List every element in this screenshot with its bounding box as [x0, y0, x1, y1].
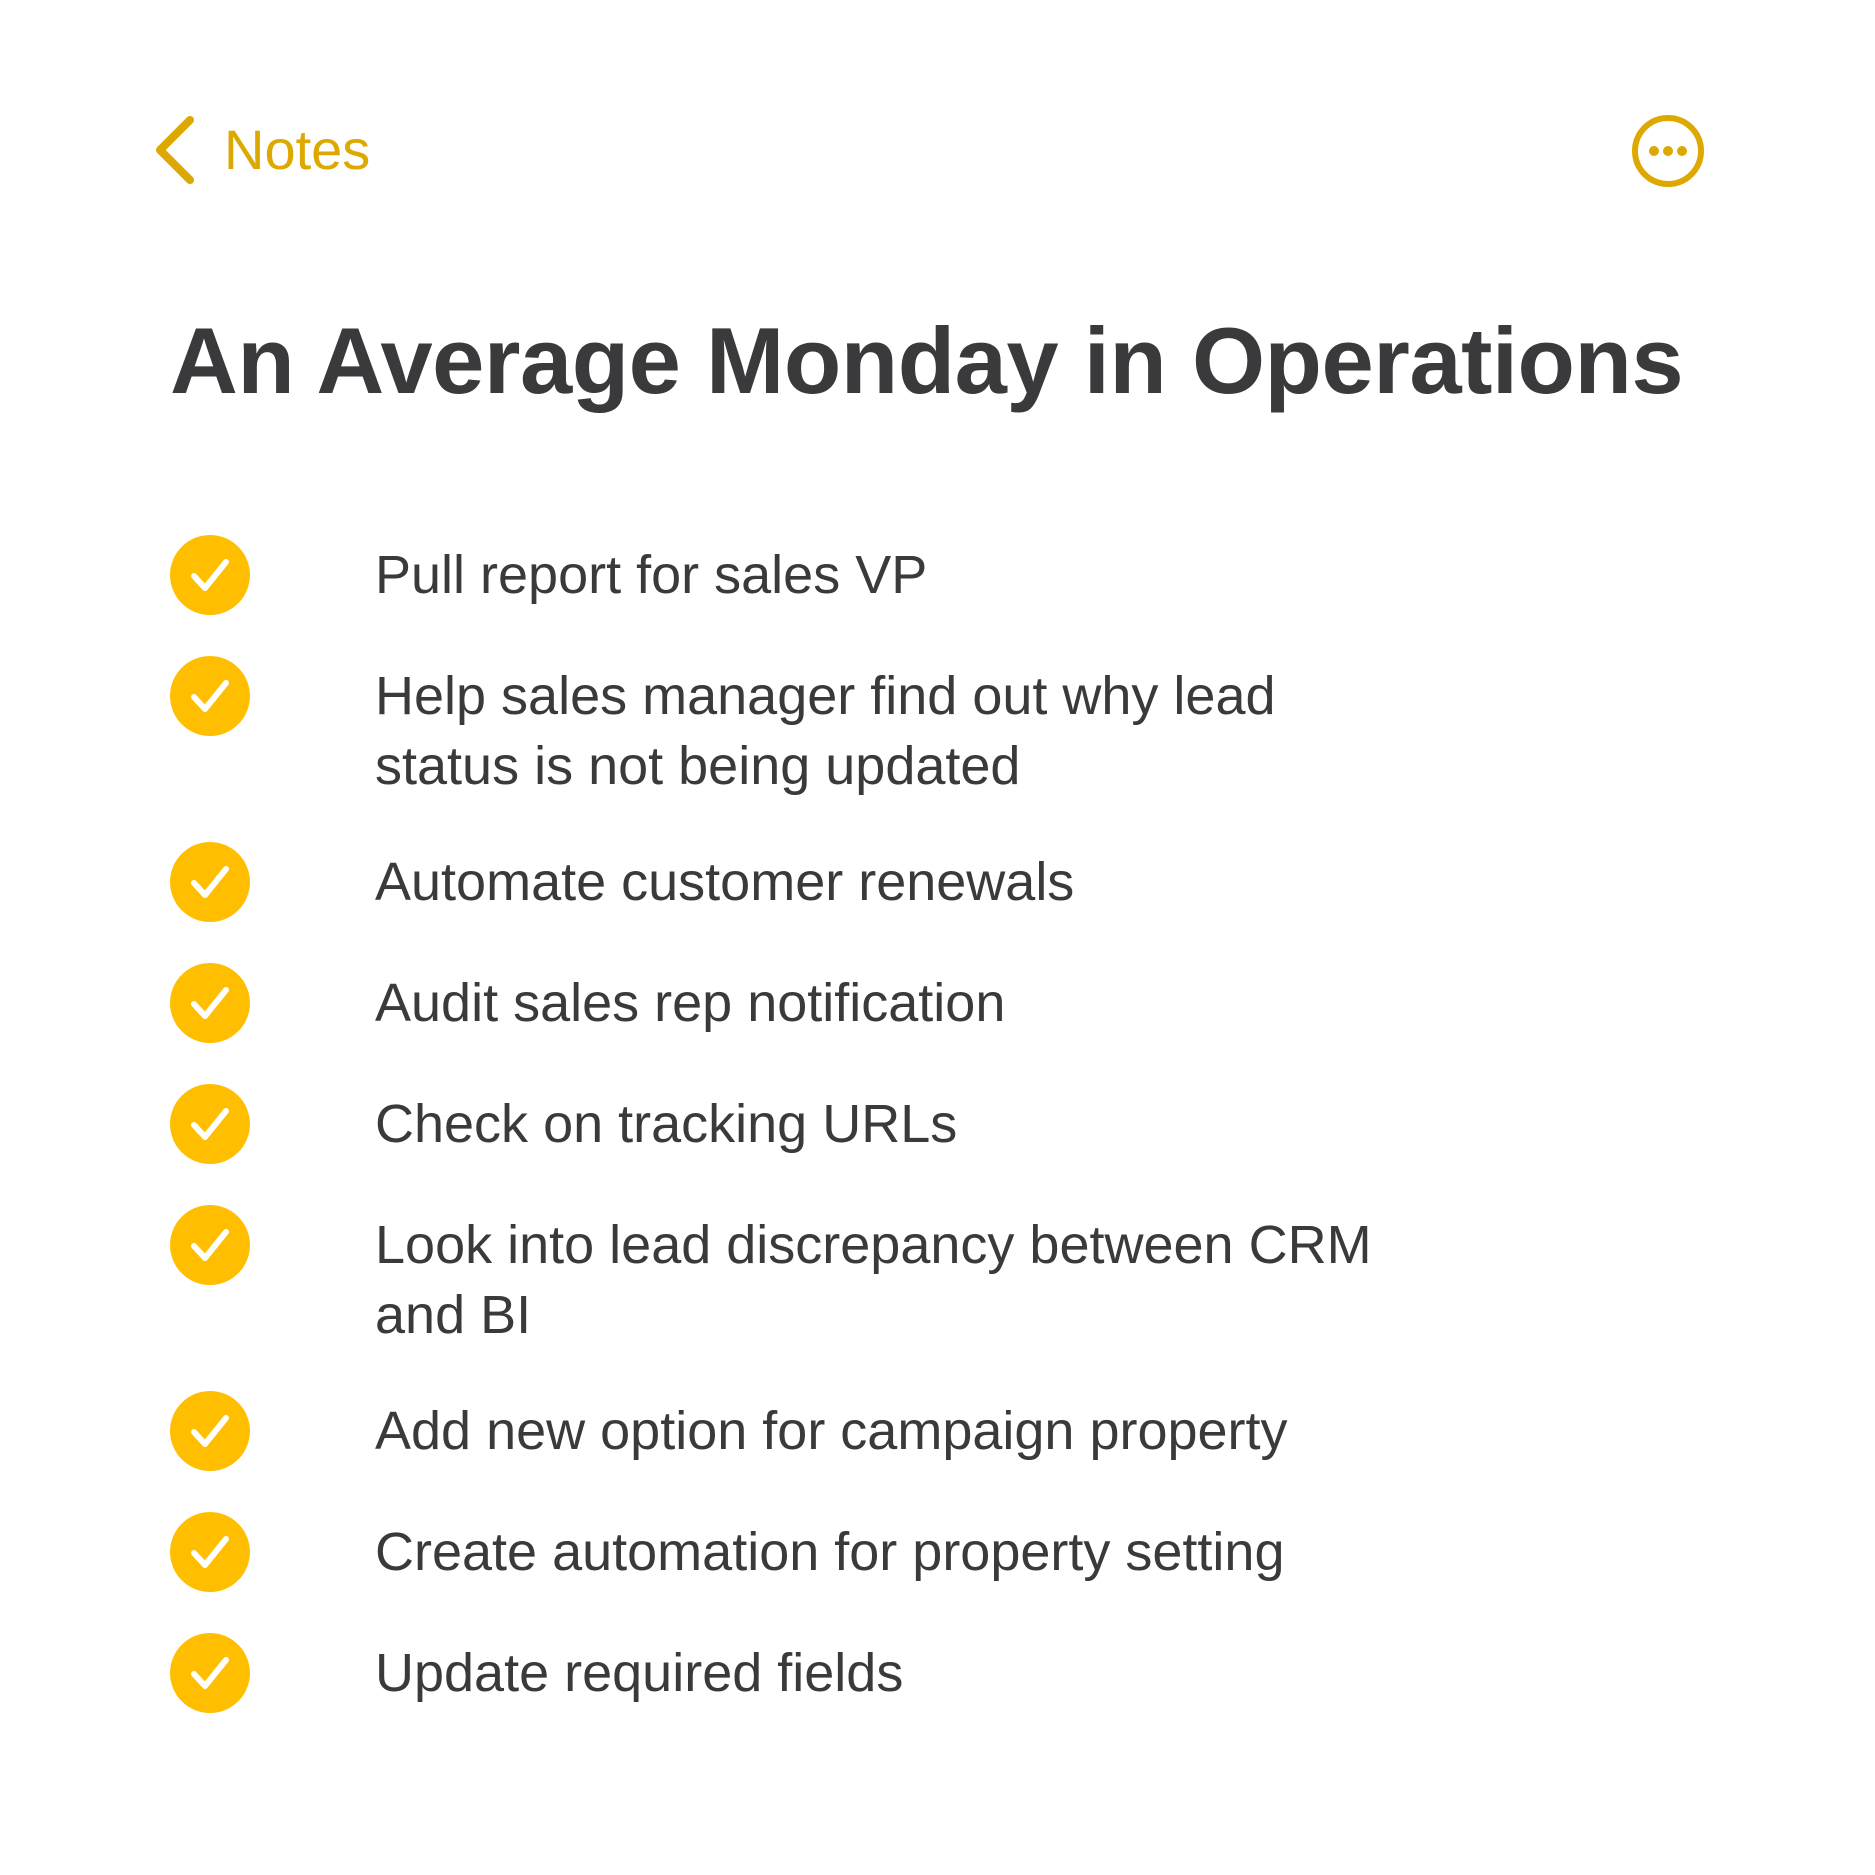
- checkmark-circle-icon[interactable]: [170, 1512, 250, 1592]
- checkmark-circle-icon[interactable]: [170, 963, 250, 1043]
- back-button[interactable]: Notes: [152, 112, 370, 188]
- checklist-item-text[interactable]: Check on tracking URLs: [375, 1084, 1415, 1159]
- checkmark-circle-icon[interactable]: [170, 842, 250, 922]
- checkmark-circle-icon[interactable]: [170, 656, 250, 736]
- checklist-item: Create automation for property setting: [170, 1512, 1470, 1592]
- checklist-item: Check on tracking URLs: [170, 1084, 1470, 1164]
- ellipsis-circle-icon: [1630, 113, 1706, 189]
- back-label: Notes: [224, 118, 371, 181]
- checklist-item: Help sales manager find out why lead sta…: [170, 656, 1470, 801]
- checklist-item: Update required fields: [170, 1633, 1470, 1713]
- checklist: Pull report for sales VP Help sales manag…: [170, 535, 1470, 1754]
- checklist-item-text[interactable]: Look into lead discrepancy between CRM a…: [375, 1205, 1415, 1350]
- checklist-item-text[interactable]: Audit sales rep notification: [375, 963, 1415, 1038]
- checklist-item: Look into lead discrepancy between CRM a…: [170, 1205, 1470, 1350]
- checklist-item: Automate customer renewals: [170, 842, 1470, 922]
- checkmark-circle-icon[interactable]: [170, 1633, 250, 1713]
- navigation-bar: Notes: [0, 0, 1875, 300]
- note-title: An Average Monday in Operations: [170, 308, 1684, 413]
- checklist-item: Add new option for campaign property: [170, 1391, 1470, 1471]
- checkmark-circle-icon[interactable]: [170, 1391, 250, 1471]
- checklist-item-text[interactable]: Update required fields: [375, 1633, 1415, 1708]
- checklist-item-text[interactable]: Pull report for sales VP: [375, 535, 1415, 610]
- checkmark-circle-icon[interactable]: [170, 1205, 250, 1285]
- more-options-button[interactable]: [1630, 113, 1706, 189]
- checkmark-circle-icon[interactable]: [170, 535, 250, 615]
- checklist-item-text[interactable]: Add new option for campaign property: [375, 1391, 1415, 1466]
- checkmark-circle-icon[interactable]: [170, 1084, 250, 1164]
- checklist-item-text[interactable]: Automate customer renewals: [375, 842, 1415, 917]
- checklist-item: Audit sales rep notification: [170, 963, 1470, 1043]
- checklist-item-text[interactable]: Help sales manager find out why lead sta…: [375, 656, 1415, 801]
- checklist-item: Pull report for sales VP: [170, 535, 1470, 615]
- checklist-item-text[interactable]: Create automation for property setting: [375, 1512, 1415, 1587]
- chevron-left-icon: [152, 112, 200, 188]
